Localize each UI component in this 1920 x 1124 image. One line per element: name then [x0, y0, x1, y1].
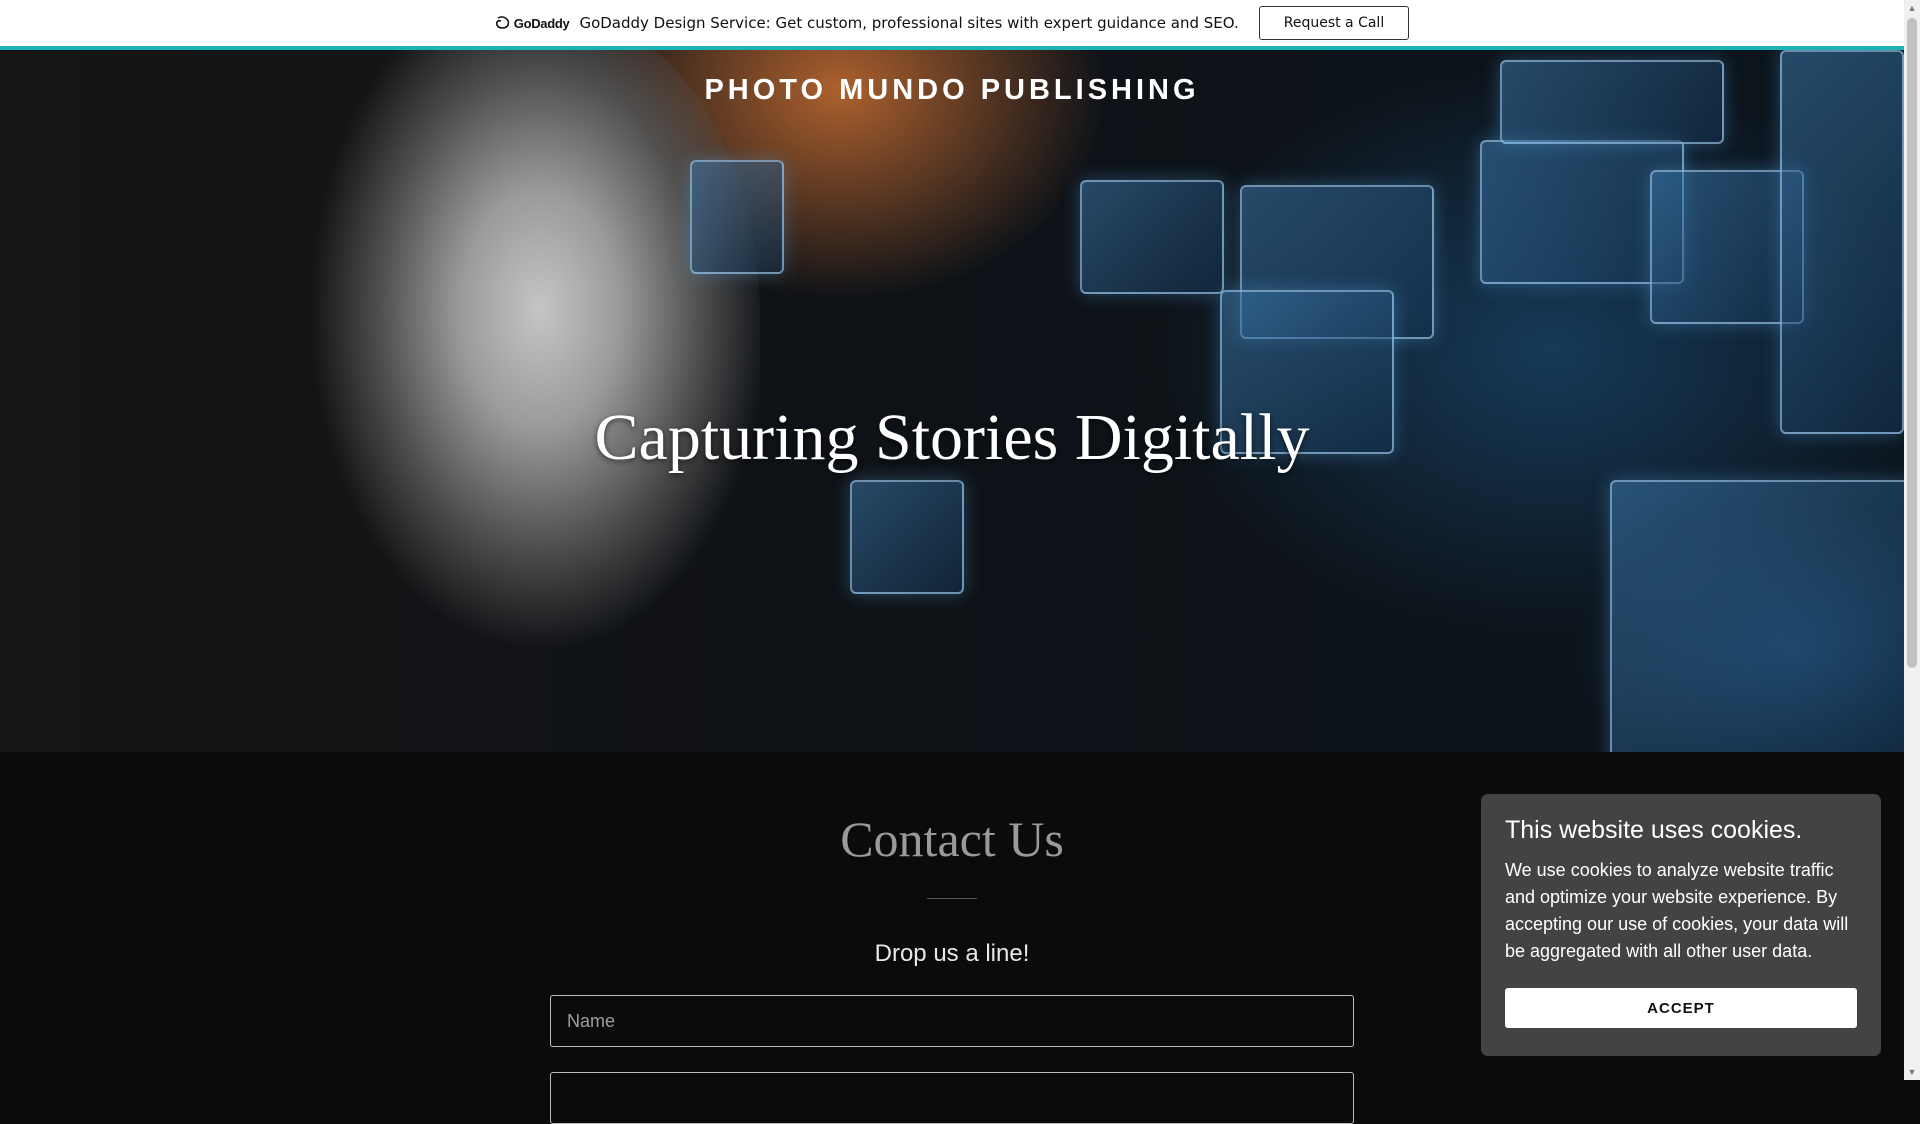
page-scrollbar[interactable]: ▲ ▼: [1904, 0, 1920, 1080]
hero-decor-panel: [1780, 50, 1904, 434]
cookie-body: We use cookies to analyze website traffi…: [1505, 860, 1849, 961]
scroll-up-arrow-icon[interactable]: ▲: [1904, 0, 1920, 16]
hero-heading: Capturing Stories Digitally: [594, 401, 1310, 474]
name-input[interactable]: [550, 995, 1354, 1047]
cookie-title: This website uses cookies.: [1505, 816, 1803, 844]
section-divider: [927, 898, 977, 899]
promo-banner-content: GoDaddy GoDaddy Design Service: Get cust…: [495, 6, 1410, 40]
hero-decor-panel: [850, 480, 964, 594]
accept-cookies-button[interactable]: ACCEPT: [1505, 988, 1857, 1028]
hero-decor-panel: [1080, 180, 1224, 294]
promo-banner: GoDaddy GoDaddy Design Service: Get cust…: [0, 0, 1904, 50]
scrollbar-thumb[interactable]: [1907, 18, 1917, 668]
godaddy-logo-text: GoDaddy: [513, 15, 570, 31]
request-call-button[interactable]: Request a Call: [1258, 6, 1410, 40]
godaddy-logo: GoDaddy: [495, 16, 570, 31]
promo-banner-text: GoDaddy Design Service: Get custom, prof…: [579, 14, 1239, 32]
hero-decor-panel: [1610, 480, 1904, 752]
site-title[interactable]: PHOTO MUNDO PUBLISHING: [0, 74, 1904, 107]
godaddy-logo-icon: [495, 16, 509, 29]
hero-section: PHOTO MUNDO PUBLISHING Capturing Stories…: [0, 50, 1904, 752]
cookie-consent-popup: This website uses cookies. We use cookie…: [1481, 794, 1881, 1056]
hero-decor-panel: [690, 160, 784, 274]
scroll-down-arrow-icon[interactable]: ▼: [1904, 1064, 1920, 1080]
